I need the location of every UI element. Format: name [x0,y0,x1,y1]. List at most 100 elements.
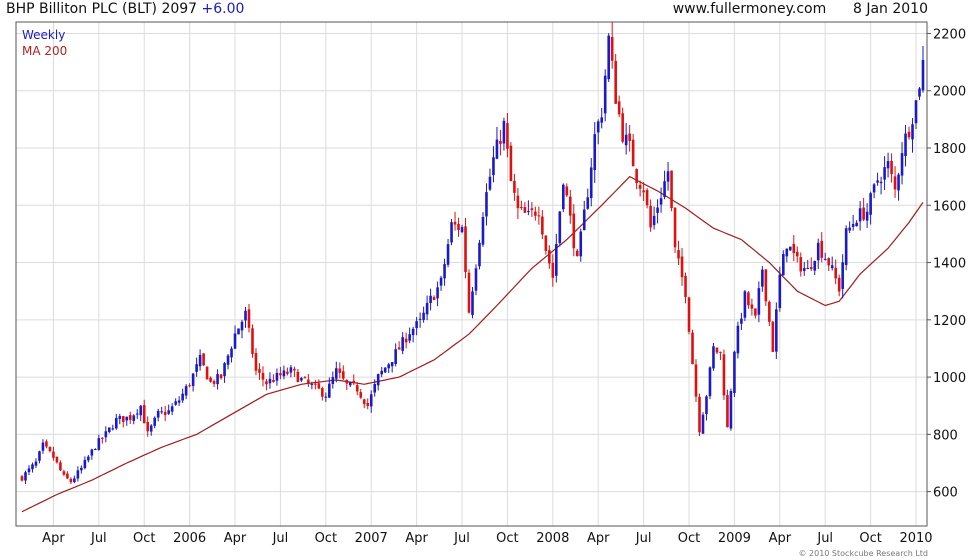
candle-up [24,470,27,484]
candle-down [453,211,457,231]
candle-up [914,99,918,130]
candle-down [890,153,893,183]
candle-up [872,183,876,199]
candle-down [69,477,73,485]
candle-up [348,381,352,388]
candle-down [809,257,813,271]
candlestick-series [20,22,925,485]
candle-down [362,398,366,409]
candle-up [886,152,890,178]
candle-up [230,346,233,363]
candle-up [226,353,230,370]
candle-down [303,376,307,379]
candle-up [380,366,384,378]
candle-up [111,424,115,431]
candle-up [436,281,439,307]
chart-grid [16,22,931,526]
candle-up [170,403,174,416]
candle-up [411,326,415,343]
candle-up [740,312,743,330]
candle-up [485,183,488,226]
candle-up [918,87,921,100]
candle-down [642,182,645,202]
candle-up [712,342,715,371]
candle-down [296,369,300,383]
candle-down [691,329,694,365]
candle-down [272,374,275,383]
candle-down [142,399,146,424]
x-tick-label: Oct [133,531,155,546]
x-tick-label: 2008 [536,531,569,546]
candle-down [670,170,673,212]
candle-up [97,434,101,451]
candle-down [404,332,408,349]
candle-up [492,146,495,183]
candle-down [754,308,757,319]
candle-up [425,295,429,321]
candle-down [352,374,356,386]
candle-up [471,287,474,319]
candle-up [579,228,583,262]
candle-up [383,367,387,373]
candle-up [108,427,111,434]
candle-up [289,364,293,378]
candle-down [307,374,310,388]
candle-down [516,187,520,219]
candle-down [537,206,541,225]
candle-down [684,272,687,304]
candle-up [558,210,562,247]
candle-down [293,366,296,377]
candle-down [795,246,799,263]
candle-up [478,239,481,270]
candle-up [481,212,485,247]
candle-down [799,252,803,277]
y-tick-label: 1800 [933,142,966,157]
candle-up [527,200,530,216]
candle-down [575,248,579,257]
candle-down [792,235,796,262]
candle-up [83,456,87,470]
chart-header-right: www.fullermoney.com 8 Jan 2010 [673,1,928,17]
candle-down [128,411,132,424]
candle-up [782,250,785,276]
candle-down [673,207,677,253]
candle-up [785,248,789,263]
x-tick-label: Oct [678,531,700,546]
candle-down [52,446,55,461]
candle-up [844,225,848,271]
candle-up [174,398,177,406]
x-tick-label: Apr [224,531,247,546]
candle-down [247,303,251,333]
candle-up [495,127,499,160]
candle-down [321,386,324,401]
candle-down [750,298,754,316]
y-tick-label: 1200 [933,314,966,329]
candle-up [34,458,38,468]
candle-down [572,204,576,257]
candle-down [893,166,897,198]
website-link[interactable]: www.fullermoney.com [673,1,827,17]
candle-up [775,302,778,359]
candle-up [879,176,883,195]
x-tick-label: Jul [816,531,833,546]
candle-down [314,379,317,390]
candle-up [474,264,478,296]
candle-up [869,191,872,225]
candle-down [467,269,471,314]
candle-down [432,295,436,301]
candle-up [394,343,397,367]
candle-up [324,392,328,402]
candle-up [439,275,443,291]
plot-frame [15,21,928,527]
candle-up [156,408,160,422]
x-tick-label: 2006 [173,531,206,546]
candle-down [338,362,342,379]
candle-up [502,117,506,151]
candle-up [823,252,827,261]
y-tick-label: 800 [933,428,958,443]
candle-up [118,413,122,425]
ma200-line [21,175,924,513]
candle-up [589,158,593,207]
candle-down [719,351,722,360]
candle-down [101,437,104,444]
